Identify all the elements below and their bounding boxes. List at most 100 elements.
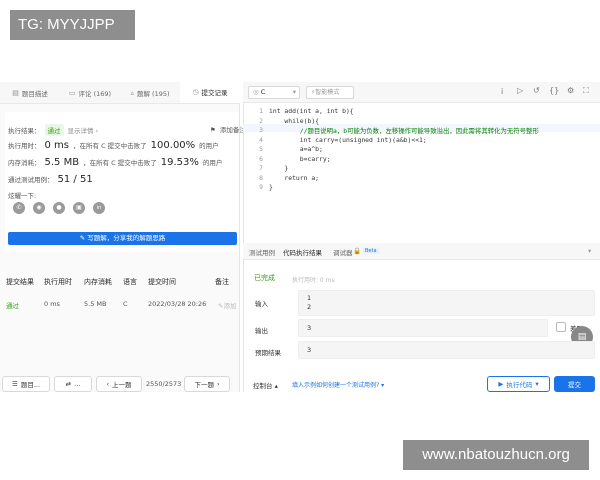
chevron-down-icon[interactable]: ▾ <box>588 247 591 255</box>
time-suffix: 的用户 <box>199 142 219 150</box>
random-problem-button[interactable]: ⇄... <box>54 376 92 392</box>
editor-toolbar: ◎ C ▾ ⚡智能模式 i ▷ ↺ {} ⚙ ⛶ <box>243 82 600 103</box>
tab-solutions[interactable]: ▵ 题解 (195) <box>120 82 180 103</box>
row-result[interactable]: 通过 <box>6 300 19 310</box>
run-label: 执行代码 <box>506 381 533 389</box>
console-label: 控制台 <box>253 382 273 390</box>
fullscreen-icon[interactable]: ⛶ <box>583 86 589 96</box>
col-date: 提交时间 <box>148 278 176 286</box>
tab-submissions[interactable]: ◷ 提交记录 <box>180 82 240 103</box>
code-line[interactable]: //题目说明a，b可能为负数，左移操作可能导致溢出，因此需将其转化为无符号整形 <box>269 126 539 135</box>
mode-value: 智能模式 <box>315 89 340 96</box>
console-tabs: 测试用例 代码执行结果 调试器 🔒 Beta ▾ <box>243 243 600 260</box>
add-note-button[interactable]: ⚑ 添加备注 <box>210 124 246 134</box>
tab-label: 评论 (169) <box>78 89 112 98</box>
output-value: 3 <box>307 324 312 332</box>
status-row: 执行结果： 通过 显示详情 › <box>8 124 98 136</box>
mem-label: 内存消耗： <box>8 159 41 167</box>
code-line[interactable]: int add(int a, int b){ <box>269 107 354 115</box>
status-badge: 通过 <box>44 124 64 136</box>
code-line[interactable]: } <box>269 164 288 172</box>
random-label: ... <box>74 380 81 388</box>
line-number: 8 <box>259 173 263 182</box>
col-note: 备注 <box>215 278 229 286</box>
cases-value: 51 / 51 <box>57 174 93 185</box>
qq-icon[interactable]: ● <box>53 202 65 214</box>
write-solution-button[interactable]: ✎ 写题解，分享我的解题思路 <box>8 232 237 245</box>
run-icon[interactable]: ▷ <box>517 86 523 95</box>
curly-braces-icon[interactable]: {} <box>549 86 559 95</box>
tab-run-result[interactable]: 代码执行结果 <box>283 247 322 257</box>
tab-label: 题解 (195) <box>136 89 170 98</box>
douban-icon[interactable]: ▣ <box>73 202 85 214</box>
comment-icon: ▭ <box>68 88 76 97</box>
problem-list-button[interactable]: ☰ 题目... <box>2 376 50 392</box>
language-value: C <box>260 88 266 96</box>
code-line[interactable]: int carry=(unsigned int)(a&b)<<1; <box>269 136 427 144</box>
code-line[interactable]: b=carry; <box>269 155 331 163</box>
tab-description[interactable]: ▤ 题目描述 <box>0 82 60 103</box>
show-details-link[interactable]: 显示详情 › <box>68 125 99 135</box>
share-row: 炫耀一下: <box>8 190 36 200</box>
shuffle-icon: ⇄ <box>65 380 72 388</box>
line-number: 6 <box>259 154 263 163</box>
line-number: 4 <box>259 135 263 144</box>
tab-testcase[interactable]: 测试用例 <box>249 247 275 257</box>
problem-progress: 2550/2573 <box>146 380 182 388</box>
output-box: 3 <box>298 319 548 337</box>
col-time: 执行用时 <box>44 278 72 286</box>
mode-select[interactable]: ⚡智能模式 <box>306 86 354 99</box>
settings-icon[interactable]: ⚙ <box>567 86 574 95</box>
run-code-button[interactable]: ▶ 执行代码 ▾ <box>487 376 550 392</box>
weibo-icon[interactable]: ◉ <box>33 202 45 214</box>
chevron-down-icon: ▾ <box>535 380 539 388</box>
run-status: 已完成 <box>254 274 275 282</box>
next-label: 下一题 <box>194 381 214 389</box>
row-note[interactable]: ✎添加 <box>218 300 236 310</box>
reset-icon[interactable]: ↺ <box>533 86 540 95</box>
line-number: 7 <box>259 164 263 172</box>
line-number: 5 <box>259 145 263 153</box>
code-line[interactable]: while(b){ <box>269 117 319 125</box>
tab-debugger[interactable]: 调试器 <box>333 247 353 257</box>
col-memory: 内存消耗 <box>84 278 112 286</box>
diff-checkbox[interactable] <box>556 322 566 332</box>
clock-icon: ◷ <box>192 88 199 96</box>
problem-nav-bar: ☰ 题目... ⇄... ‹ 上一题 2550/2573 下一题 › <box>0 374 240 394</box>
cases-row: 通过测试用例： 51 / 51 <box>8 174 93 185</box>
next-problem-button[interactable]: 下一题 › <box>184 376 230 392</box>
console-toggle[interactable]: 控制台 ▴ <box>253 380 278 390</box>
result-card: 执行结果： 通过 显示详情 › ⚑ 添加备注 执行用时： 0 ms ，在所有 C … <box>5 112 246 252</box>
mem-pct: 19.53% <box>160 157 199 168</box>
code-line[interactable]: } <box>269 183 273 191</box>
wechat-icon[interactable]: ✆ <box>13 202 25 214</box>
language-select[interactable]: ◎ C ▾ <box>248 86 300 99</box>
left-tabs: ▤ 题目描述 ▭ 评论 (169) ▵ 题解 (195) ◷ 提交记录 <box>0 82 240 104</box>
row-date: 2022/03/28 20:26 <box>148 300 207 308</box>
time-label: 执行用时： <box>8 142 41 150</box>
doc-icon: ▤ <box>12 88 19 97</box>
prev-problem-button[interactable]: ‹ 上一题 <box>96 376 142 392</box>
tab-comments[interactable]: ▭ 评论 (169) <box>60 82 120 103</box>
submit-button[interactable]: 提交 <box>554 376 595 392</box>
linkedin-icon[interactable]: in <box>93 202 105 214</box>
output-label: 输出 <box>255 327 268 335</box>
mem-mid: ，在所有 C 提交中击败了 <box>83 159 157 167</box>
input-line: 2 <box>307 302 312 311</box>
flag-icon: ⚑ <box>210 126 216 134</box>
chevron-down-icon: ▾ <box>292 88 296 96</box>
code-line[interactable]: a=a^b; <box>269 145 323 153</box>
info-icon[interactable]: i <box>501 87 503 96</box>
chevron-left-icon: ‹ <box>106 380 110 388</box>
time-pct: 100.00% <box>150 140 196 151</box>
input-line: 1 <box>307 294 312 302</box>
write-solution-label: 写题解，分享我的解题思路 <box>87 234 166 242</box>
testcase-hint-link[interactable]: 填入示例如何创建一个测试用例? ▾ <box>292 380 384 389</box>
tab-label: 提交记录 <box>201 89 228 97</box>
row-time: 0 ms <box>44 300 60 308</box>
watermark-top: TG: MYYJJPP <box>10 10 135 40</box>
code-line[interactable]: return a; <box>269 174 319 182</box>
code-editor[interactable]: 1 int add(int a, int b){2 while(b){3 //题目… <box>243 103 600 240</box>
submit-label: 提交 <box>568 381 581 389</box>
add-note-label: 添加备注 <box>219 126 246 134</box>
